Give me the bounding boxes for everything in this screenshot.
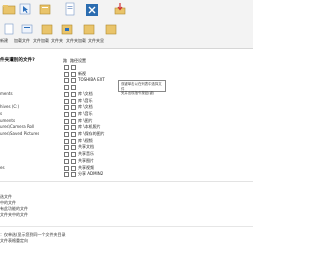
list-item[interactable]: [0, 64, 253, 70]
exclude-checkbox[interactable]: [71, 78, 76, 84]
exclude-checkbox[interactable]: [71, 152, 76, 158]
exclude-checkbox[interactable]: [71, 118, 76, 124]
toolbar-label: 加载文件: [14, 38, 30, 43]
list-item[interactable]: 共享文档: [0, 144, 253, 151]
tooltip-line: 双键单击以在列表中选择文件: [121, 82, 162, 91]
list-item[interactable]: ures\Camera Roll 库 \本机照片: [0, 124, 253, 131]
list-item-name: 库 \音乐: [78, 97, 93, 103]
list-item-name: 共享图片: [78, 157, 94, 163]
exclude-checkbox[interactable]: [71, 165, 76, 171]
list-item-path: hives (C:): [0, 104, 20, 110]
exclude-checkbox[interactable]: [71, 91, 76, 97]
divider: [0, 181, 253, 182]
include-checkbox[interactable]: [64, 78, 69, 84]
exclude-checkbox[interactable]: [71, 85, 76, 91]
list-item[interactable]: 分享 ADMIN2: [0, 171, 253, 178]
list-item[interactable]: ures\Saved Pictures 库 \保存的图片: [0, 131, 253, 137]
list-item[interactable]: es 共享视频: [0, 165, 253, 171]
list-item[interactable]: uments 库 \图片: [0, 118, 253, 124]
tooltip: 双键单击以在列表中选择文件 夹并出现指令按钮(键): [118, 80, 166, 95]
exclude-checkbox[interactable]: [71, 98, 76, 104]
include-checkbox[interactable]: [64, 111, 69, 117]
exclude-checkbox[interactable]: [71, 132, 76, 137]
include-checkbox[interactable]: [64, 65, 69, 70]
include-checkbox[interactable]: [64, 152, 69, 158]
tooltip-line: 夹并出现指令按钮(键): [121, 91, 155, 96]
list-item-name: TOSHIBA EXT: [78, 77, 105, 83]
include-checkbox[interactable]: [64, 145, 69, 151]
folder-icon[interactable]: [104, 22, 118, 36]
pointer-icon[interactable]: [18, 2, 32, 16]
folder-icon[interactable]: [82, 22, 96, 36]
include-checkbox[interactable]: [64, 132, 69, 137]
list-item[interactable]: 库 \音乐: [0, 98, 253, 104]
folder-icon[interactable]: [38, 2, 52, 16]
exclude-checkbox[interactable]: [71, 138, 76, 144]
divider: [0, 226, 253, 227]
list-item-name: 库 \图片: [78, 117, 93, 123]
include-checkbox[interactable]: [64, 91, 69, 97]
list-item[interactable]: s 库 \音乐: [0, 111, 253, 117]
include-checkbox[interactable]: [64, 125, 69, 131]
exclude-checkbox[interactable]: [71, 172, 76, 178]
question-heading: 件夹遭别的文件?: [0, 58, 35, 63]
option-item[interactable]: 文件夹中的文件: [0, 212, 28, 218]
list-item-name: 库 \保存的图片: [78, 131, 105, 136]
folder-icon[interactable]: [60, 22, 74, 36]
exclude-checkbox[interactable]: [71, 71, 76, 77]
list-item[interactable]: 共享图片: [0, 158, 253, 164]
list-item[interactable]: hives (C:) 库 \文档: [0, 104, 253, 111]
list-item-name: 共享音乐: [78, 151, 94, 157]
option-item[interactable]: 文件表格重定向: [0, 238, 28, 244]
include-checkbox[interactable]: [64, 165, 69, 171]
list-item-name: 库 \文档: [78, 104, 93, 110]
list-item-name: 新视: [78, 70, 86, 76]
exclude-checkbox[interactable]: [71, 65, 76, 70]
include-checkbox[interactable]: [64, 118, 69, 124]
close-icon[interactable]: [86, 4, 100, 18]
list-item-name: 库 \视频: [78, 137, 93, 143]
folder-icon[interactable]: [40, 22, 54, 36]
include-checkbox[interactable]: [64, 172, 69, 178]
download-icon[interactable]: [113, 2, 127, 16]
exclude-checkbox[interactable]: [71, 105, 76, 111]
list-item-name: 共享视频: [78, 164, 94, 170]
include-checkbox[interactable]: [64, 71, 69, 77]
load-icon[interactable]: [20, 22, 34, 36]
list-item[interactable]: 共享音乐: [0, 151, 253, 158]
list-item[interactable]: 库 \视频: [0, 138, 253, 144]
list-item-name: 分享 ADMIN2: [78, 171, 104, 177]
folder-open-icon[interactable]: [2, 2, 16, 16]
include-checkbox[interactable]: [64, 138, 69, 144]
list-item-name: 库 \文档: [78, 90, 93, 96]
include-checkbox[interactable]: [64, 98, 69, 104]
include-checkbox[interactable]: [64, 105, 69, 111]
toolbar-label: 新建: [0, 38, 8, 43]
list-item-name: 共享文档: [78, 144, 94, 150]
exclude-checkbox[interactable]: [71, 111, 76, 117]
toolbar: 新建 加载文件 文件加载 文件夹 文件夹加载 文件夹显: [0, 0, 253, 49]
exclude-checkbox[interactable]: [71, 125, 76, 131]
list-item-path: es: [0, 164, 5, 170]
list-item-name: 库 \本机照片: [78, 124, 101, 130]
list-item-path: ures\Saved Pictures: [0, 131, 40, 136]
toolbar-label: 文件夹显: [88, 38, 104, 43]
new-icon[interactable]: [2, 22, 16, 36]
list-item-path: s: [0, 110, 3, 116]
list-item-path: uments: [0, 117, 16, 123]
file-icon[interactable]: [63, 2, 77, 16]
toolbar-label: 文件夹加载: [66, 38, 86, 43]
list-item-name: 库 \音乐: [78, 110, 93, 116]
list-item-path: ures\Camera Roll: [0, 124, 35, 130]
exclude-checkbox[interactable]: [71, 158, 76, 164]
toolbar-label: 文件加载: [33, 38, 49, 43]
list-item[interactable]: 新视: [0, 71, 253, 77]
list-item-path: ments: [0, 90, 13, 96]
include-checkbox[interactable]: [64, 85, 69, 91]
include-checkbox[interactable]: [64, 158, 69, 164]
exclude-checkbox[interactable]: [71, 145, 76, 151]
toolbar-label: 文件夹: [51, 38, 63, 43]
